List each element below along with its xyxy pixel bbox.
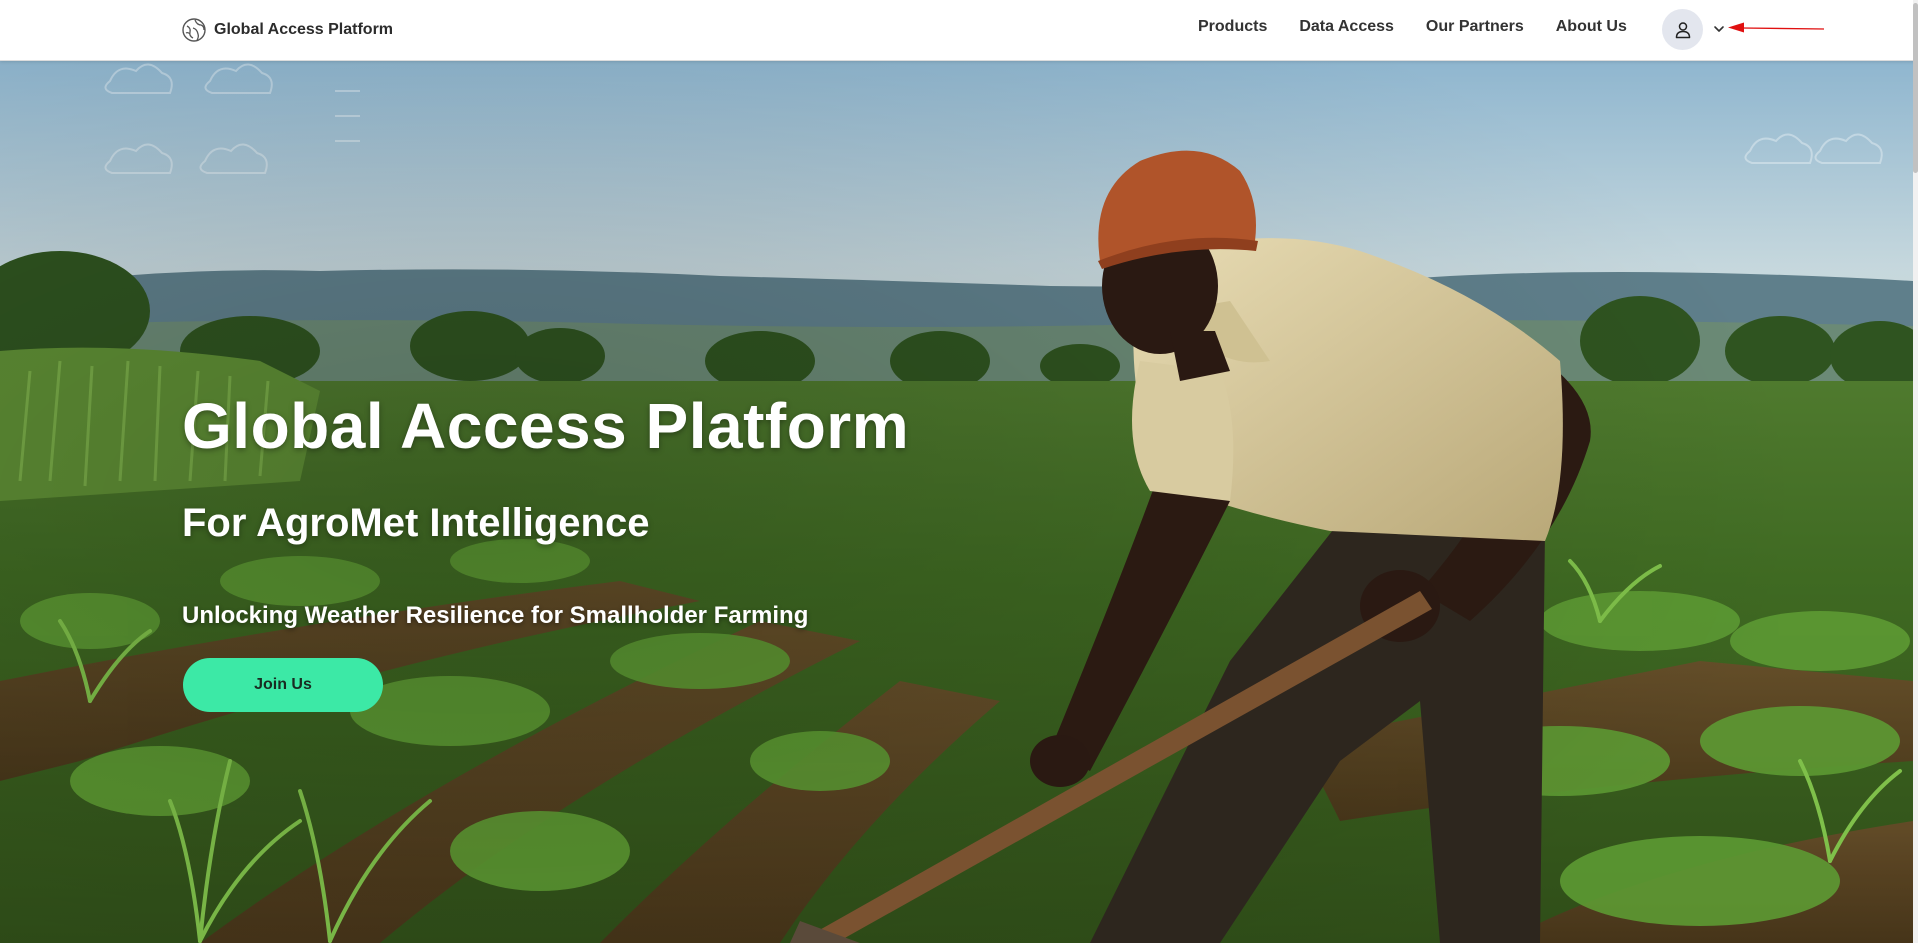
brand-name: Global Access Platform <box>214 21 394 38</box>
nav-link-data-access[interactable]: Data Access <box>1299 18 1394 36</box>
user-menu-button[interactable] <box>1662 9 1703 50</box>
top-navbar: Global Access Platform Products Data Acc… <box>0 0 1918 61</box>
hero-title: Global Access Platform <box>182 390 910 462</box>
nav-link-our-partners[interactable]: Our Partners <box>1426 18 1524 36</box>
red-arrow-icon <box>1728 22 1825 33</box>
hero-section: Global Access Platform For AgroMet Intel… <box>0 61 1913 943</box>
brand-link[interactable]: Global Access Platform <box>181 17 393 43</box>
nav-link-about-us[interactable]: About Us <box>1556 18 1627 36</box>
globe-leaf-icon <box>182 18 206 42</box>
page-scrollbar[interactable] <box>1913 0 1918 943</box>
hero-subtitle: For AgroMet Intelligence <box>182 501 650 545</box>
main-nav: Products Data Access Our Partners About … <box>1198 18 1627 36</box>
user-icon <box>1675 21 1690 38</box>
nav-link-products[interactable]: Products <box>1198 18 1267 36</box>
chevron-down-icon[interactable] <box>1710 20 1728 38</box>
join-us-button[interactable]: Join Us <box>183 658 383 712</box>
hero-tagline: Unlocking Weather Resilience for Smallho… <box>182 602 809 629</box>
scrollbar-thumb[interactable] <box>1913 3 1918 173</box>
